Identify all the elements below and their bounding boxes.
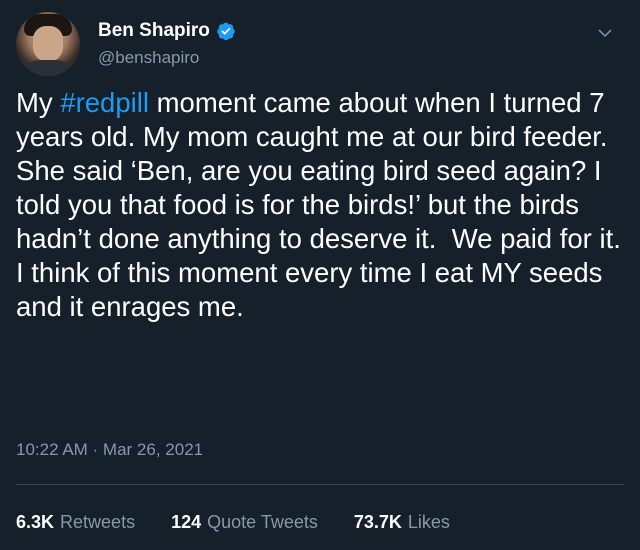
tweet-text: My #redpill moment came about when I tur…	[16, 86, 624, 324]
avatar[interactable]	[16, 12, 80, 76]
retweets-stat[interactable]: 6.3K Retweets	[16, 512, 135, 533]
tweet-timestamp[interactable]: 10:22 AM · Mar 26, 2021	[16, 440, 203, 460]
engagement-stats: 6.3K Retweets 124 Quote Tweets 73.7K Lik…	[16, 512, 450, 533]
tweet-card: Ben Shapiro @benshapiro My #redpill mome…	[0, 0, 640, 550]
display-name[interactable]: Ben Shapiro	[98, 20, 210, 42]
quote-tweets-stat[interactable]: 124 Quote Tweets	[171, 512, 318, 533]
quote-tweets-count: 124	[171, 512, 202, 532]
likes-label: Likes	[407, 512, 450, 532]
tweet-text-start: My	[16, 87, 61, 118]
user-handle[interactable]: @benshapiro	[98, 48, 199, 68]
likes-count: 73.7K	[353, 512, 402, 532]
likes-stat[interactable]: 73.7K Likes	[354, 512, 450, 533]
avatar-shirt	[20, 60, 76, 76]
quote-tweets-label: Quote Tweets	[207, 512, 318, 532]
verified-badge-icon	[217, 22, 235, 41]
avatar-face	[33, 26, 63, 62]
retweets-count: 6.3K	[16, 512, 55, 532]
name-row: Ben Shapiro	[98, 20, 236, 42]
chevron-down-icon[interactable]	[596, 24, 614, 42]
retweets-label: Retweets	[60, 512, 136, 532]
hashtag-link[interactable]: #redpill	[60, 87, 149, 118]
tweet-header: Ben Shapiro @benshapiro	[16, 12, 624, 76]
tweet-text-rest: moment came about when I turned 7 years …	[16, 87, 629, 322]
divider	[16, 484, 624, 485]
